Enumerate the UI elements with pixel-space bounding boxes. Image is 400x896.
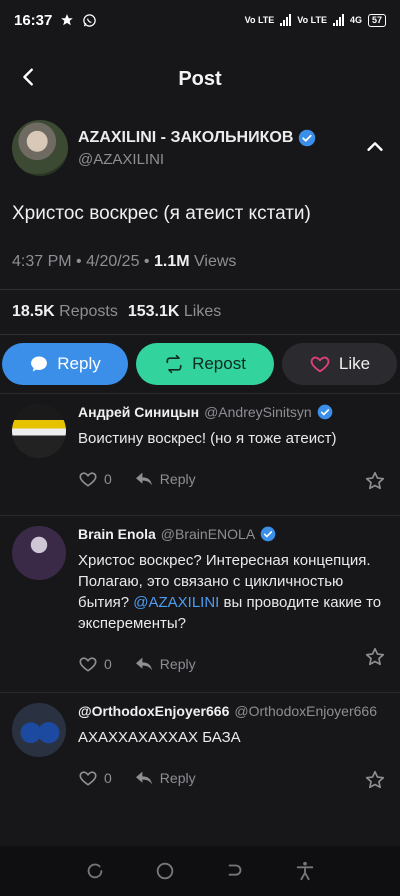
heart-outline-icon [79,657,97,672]
comment-like-count: 0 [104,655,112,672]
comment-author-name[interactable]: Brain Enola [78,526,156,542]
volte-label-2: Vo LTE [297,15,327,25]
bookmark-star-icon[interactable] [364,769,386,791]
battery-icon: 57 [367,13,386,27]
reply-button[interactable]: Reply [2,342,128,385]
comment-avatar[interactable] [12,702,66,757]
reply-arrow-icon [135,657,152,671]
repost-button[interactable]: Repost [136,342,274,385]
views-label: Views [194,252,237,270]
author-handle: @AZAXILINI [78,150,165,168]
comment-author-handle: @AndreySinitsyn [204,403,312,420]
comment-reply-label: Reply [159,769,196,786]
likes-label: Likes [183,302,222,320]
comment-reply-button[interactable]: Reply [134,656,196,672]
comment-mention-link[interactable]: @AZAXILINI [133,594,219,611]
comment-avatar[interactable] [12,403,66,458]
signal-icon-2 [332,14,344,26]
comment-author-name[interactable]: @OrthodoxEnjoyer666 [78,703,229,719]
author-avatar[interactable] [12,120,68,176]
post-author: AZAXILINI - ЗАКОЛЬНИКОВ @AZAXILINI [0,118,400,178]
likes-count[interactable]: 153.1K [128,303,180,320]
comment-text: Христос воскрес? Интересная концепция. П… [78,550,388,634]
comment-like-count: 0 [104,769,112,786]
verified-badge-icon [260,526,276,542]
heart-outline-icon [79,472,97,487]
header: Post [0,40,400,118]
like-button-label: Like [338,353,371,373]
comment-reply-label: Reply [159,470,196,487]
post-time: 4:37 PM [12,252,72,270]
comment-item[interactable]: @OrthodoxEnjoyer666 @OrthodoxEnjoyer666 … [0,691,400,808]
bookmark-star-icon[interactable] [364,646,386,668]
like-button[interactable]: Like [282,342,397,385]
views-count: 1.1M [153,252,190,270]
whatsapp-icon [83,13,97,27]
star-icon [61,14,74,26]
comment-like-count: 0 [104,470,112,487]
bookmark-star-icon[interactable] [364,470,386,492]
speech-bubble-icon [31,356,48,372]
comment-item[interactable]: Brain Enola @BrainENOLA Христос воскрес?… [0,514,400,692]
reposts-count[interactable]: 18.5K [12,303,55,320]
post-meta: 4:37 PM • 4/20/25 • 1.1M Views [12,252,237,270]
volte-label-1: Vo LTE [244,15,275,25]
verified-badge-icon [299,129,316,146]
comment-text: Воистину воскрес! (но я тоже атеист) [78,429,337,447]
home-circle-icon[interactable] [154,860,176,882]
comment-reply-button[interactable]: Reply [134,770,196,786]
network-speed-label: 4G [349,15,362,25]
repost-button-label: Repost [192,353,246,373]
post-actions: Reply Repost Like [0,335,400,393]
comment-like-button[interactable]: 0 [78,469,112,489]
comment-reply-button[interactable]: Reply [134,471,196,487]
reply-button-label: Reply [57,353,101,373]
repost-icon [166,354,182,373]
comment-item[interactable]: Андрей Синицын @AndreySinitsyn Воистину … [0,392,400,515]
comment-author-handle: @OrthodoxEnjoyer666 [234,702,377,719]
signal-icon [280,14,292,26]
page-title: Post [178,67,222,90]
recent-apps-icon[interactable] [84,860,106,882]
post-stats: 18.5K Reposts 153.1K Likes [0,290,400,334]
heart-icon [310,356,330,372]
reply-arrow-icon [135,771,152,785]
verified-badge-icon [317,404,333,420]
status-time: 16:37 [14,11,53,29]
comment-text: АХАХХАХАХХАХ БАЗА [78,728,241,746]
comment-author-name[interactable]: Андрей Синицын [78,404,199,420]
chevron-up-icon[interactable] [364,136,386,158]
back-arrow-icon[interactable] [18,66,40,88]
system-nav-bar [0,846,400,896]
comment-avatar[interactable] [12,525,66,580]
reply-arrow-icon [135,472,152,486]
accessibility-icon[interactable] [294,860,316,882]
comment-author-handle: @BrainENOLA [160,525,256,542]
author-name[interactable]: AZAXILINI - ЗАКОЛЬНИКОВ [78,129,293,147]
heart-outline-icon [79,771,97,786]
comment-reply-label: Reply [159,655,196,672]
comment-like-button[interactable]: 0 [78,768,112,788]
post-text: Христос воскрес (я атеист кстати) [12,203,311,224]
post-date: 4/20/25 [86,252,140,270]
status-bar: 16:37 Vo LTE Vo LTE 4G 57 [0,0,400,40]
reposts-label: Reposts [59,302,118,320]
back-gesture-icon[interactable] [224,860,246,882]
comment-like-button[interactable]: 0 [78,654,112,674]
